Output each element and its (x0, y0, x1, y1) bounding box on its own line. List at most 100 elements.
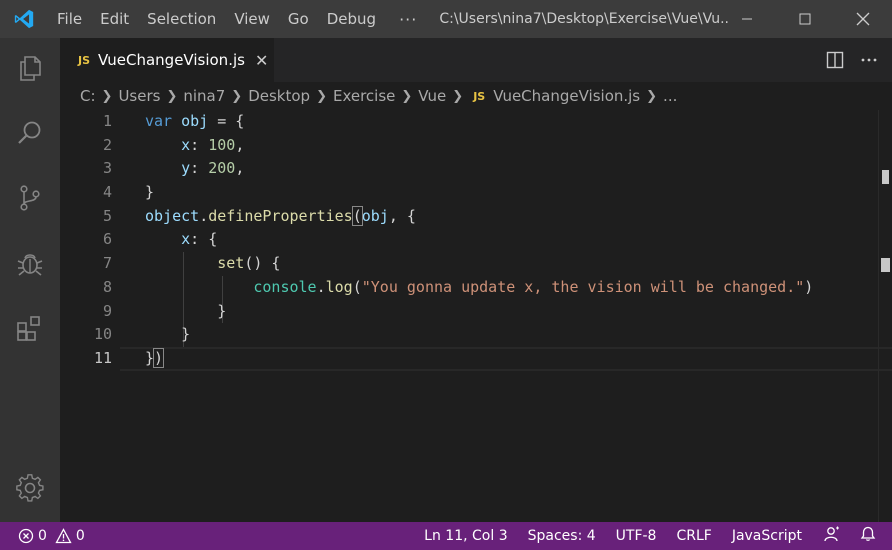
breadcrumb-symbols[interactable]: ... (663, 87, 677, 105)
chevron-right-icon: ❯ (166, 88, 178, 104)
chevron-right-icon: ❯ (452, 88, 464, 104)
notifications-button[interactable] (850, 526, 892, 546)
line-number: 4 (102, 183, 112, 202)
extensions-button[interactable] (0, 303, 60, 353)
gear-icon (16, 474, 44, 502)
breadcrumb-file[interactable]: VueChangeVision.js (493, 87, 640, 105)
tab-close-button[interactable]: ✕ (255, 51, 268, 70)
cursor-position[interactable]: Ln 11, Col 3 (414, 528, 517, 544)
line-number: 7 (102, 254, 112, 273)
tab-label: VueChangeVision.js (98, 51, 245, 69)
line-number: 1 (102, 112, 112, 130)
token-punct: } (145, 183, 155, 202)
token-punct: ( (352, 277, 362, 296)
code-line: object.defineProperties(obj, { (145, 205, 885, 229)
token-punct: : (190, 159, 209, 178)
js-file-icon: JS (78, 53, 91, 67)
line-number: 9 (102, 301, 112, 320)
breadcrumb-exercise[interactable]: Exercise (333, 87, 395, 105)
breadcrumb-nina7[interactable]: nina7 (183, 87, 225, 105)
chevron-right-icon: ❯ (401, 88, 413, 104)
token-punct: . (199, 206, 209, 225)
token-string: "You gonna update x, the vision will be … (361, 277, 805, 296)
close-window-button[interactable] (834, 0, 892, 38)
token-punct: () { (244, 254, 281, 273)
menu-selection[interactable]: Selection (138, 0, 225, 38)
line-number-gutter: 1 2 3 4 5 6 7 8 9 10 11 (60, 110, 120, 371)
js-file-icon: JS (473, 89, 486, 103)
chevron-right-icon: ❯ (646, 88, 658, 104)
breadcrumb-desktop[interactable]: Desktop (248, 87, 310, 105)
title-bar: File Edit Selection View Go Debug ··· C:… (0, 0, 892, 38)
tab-vuechangevision[interactable]: JS VueChangeVision.js ✕ (60, 38, 274, 82)
token-punct: = { (208, 112, 245, 130)
explorer-button[interactable] (0, 43, 60, 93)
minimize-button[interactable] (718, 0, 776, 38)
vertical-scrollbar[interactable] (878, 110, 892, 522)
chevron-right-icon: ❯ (316, 88, 327, 104)
token-function: set (217, 254, 245, 273)
token-punct: , { (388, 206, 416, 225)
scrollbar-thumb[interactable] (882, 170, 889, 184)
debug-button[interactable] (0, 238, 60, 288)
token-property: y (181, 159, 191, 178)
line-number: 6 (102, 230, 112, 249)
token-property: x (181, 230, 191, 249)
activity-bar (0, 38, 60, 522)
token-punct: . (316, 277, 326, 296)
token-bracket-match: ( (351, 205, 363, 226)
code-line: console.log("You gonna update x, the vis… (145, 276, 885, 300)
code-line: set() { (145, 252, 885, 276)
menu-edit[interactable]: Edit (91, 0, 138, 38)
token-property: x (181, 135, 191, 154)
token-class: console (253, 277, 317, 296)
menu-debug[interactable]: Debug (318, 0, 385, 38)
menu-go[interactable]: Go (279, 0, 318, 38)
code-content: var obj = { x: 100, y: 200, } object.def… (145, 110, 885, 371)
line-number: 5 (102, 206, 112, 225)
code-line: x: 100, (145, 134, 885, 158)
indentation[interactable]: Spaces: 4 (518, 528, 606, 544)
menu-more-button[interactable]: ··· (385, 10, 431, 29)
minimize-icon (742, 18, 752, 20)
search-icon (18, 121, 41, 144)
close-icon (856, 12, 870, 26)
line-number: 11 (93, 348, 112, 367)
breadcrumb-users[interactable]: Users (118, 87, 160, 105)
language-mode[interactable]: JavaScript (722, 528, 812, 544)
extensions-icon (17, 316, 40, 341)
source-control-button[interactable] (0, 173, 60, 223)
warning-icon (55, 528, 72, 544)
menu-view[interactable]: View (225, 0, 279, 38)
token-number: 100 (208, 135, 236, 154)
encoding[interactable]: UTF-8 (606, 528, 667, 544)
window-title: C:\Users\nina7\Desktop\Exercise\Vue\Vu..… (439, 11, 730, 27)
code-line: y: 200, (145, 157, 885, 181)
code-editor[interactable]: 1 2 3 4 5 6 7 8 9 10 11 var obj = { x: 1… (60, 110, 892, 522)
menu-bar: File Edit Selection View Go Debug ··· (48, 0, 431, 38)
problems-indicator[interactable]: 0 0 (0, 528, 85, 544)
token-punct: } (145, 348, 155, 367)
token-function: defineProperties (208, 206, 353, 225)
warning-count: 0 (75, 528, 85, 544)
end-of-line[interactable]: CRLF (666, 528, 721, 544)
files-icon (20, 56, 41, 81)
maximize-button[interactable] (776, 0, 834, 38)
feedback-button[interactable] (812, 526, 850, 546)
breadcrumb-drive[interactable]: C: (80, 87, 96, 105)
breadcrumb-vue[interactable]: Vue (418, 87, 446, 105)
more-actions-icon[interactable] (860, 51, 878, 69)
maximize-icon (799, 13, 811, 25)
code-line: }) (145, 347, 885, 371)
source-control-icon (20, 185, 40, 211)
code-line: x: { (145, 228, 885, 252)
manage-button[interactable] (0, 463, 60, 513)
chevron-right-icon: ❯ (231, 88, 243, 104)
menu-file[interactable]: File (48, 0, 91, 38)
line-number: 3 (102, 159, 112, 178)
search-button[interactable] (0, 108, 60, 158)
split-editor-icon[interactable] (826, 51, 844, 69)
token-variable: object (145, 206, 200, 225)
bell-icon (860, 526, 876, 541)
token-variable: obj (181, 112, 209, 130)
